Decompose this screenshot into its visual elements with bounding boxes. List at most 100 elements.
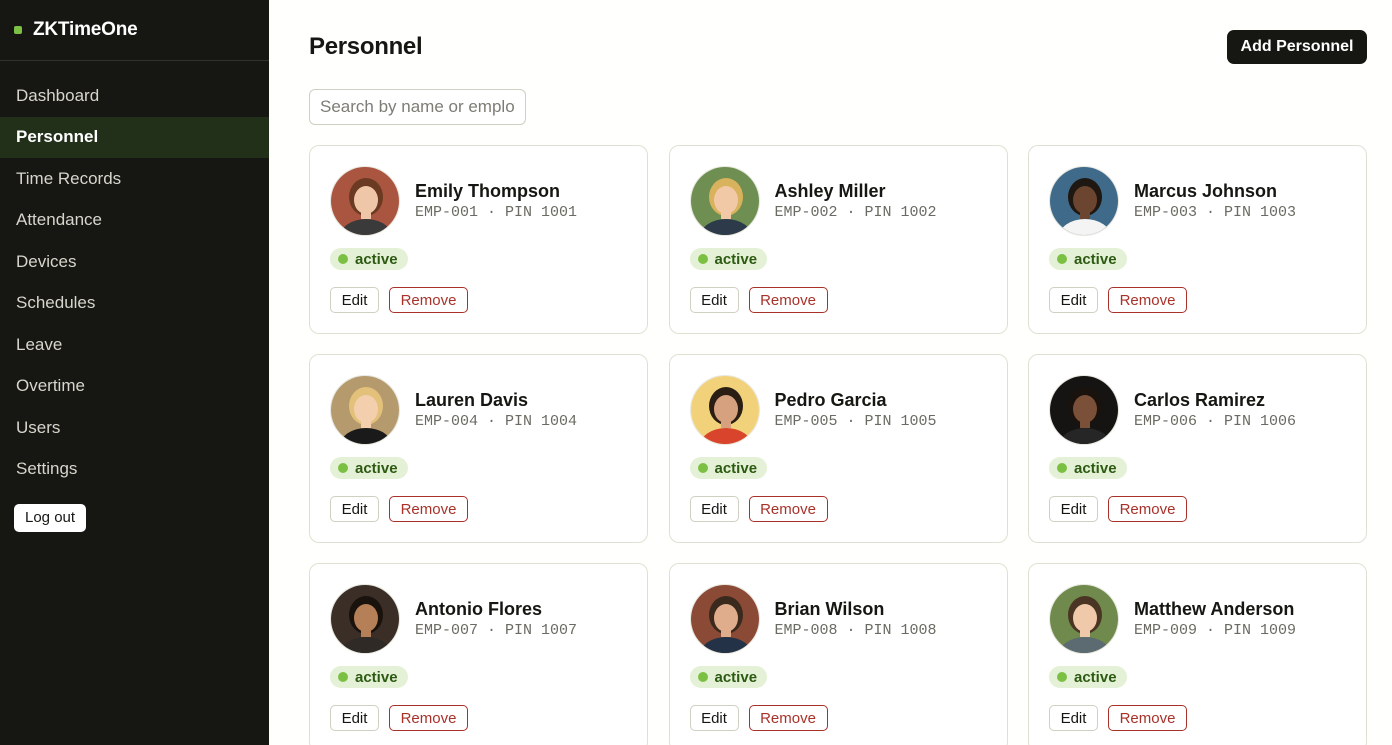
personnel-card: Antonio Flores EMP-007 · PIN 1007 active Ed… xyxy=(309,563,648,745)
personnel-card: Matthew Anderson EMP-009 · PIN 1009 active… xyxy=(1028,563,1367,745)
status-dot-icon xyxy=(697,254,708,264)
edit-button[interactable]: Edit xyxy=(330,287,379,313)
sidebar-item-personnel[interactable]: Personnel xyxy=(0,116,269,158)
sidebar-item-leave[interactable]: Leave xyxy=(0,324,269,366)
status-label: active xyxy=(355,459,398,477)
remove-button[interactable]: Remove xyxy=(1108,287,1187,313)
personnel-id-pin: EMP-004 · PIN 1004 xyxy=(415,413,578,430)
status-badge: active xyxy=(689,248,768,270)
sidebar-item-attendance[interactable]: Attendance xyxy=(0,200,269,242)
avatar xyxy=(1049,166,1119,236)
personnel-name: Ashley Miller xyxy=(774,181,886,201)
personnel-id-pin: EMP-009 · PIN 1009 xyxy=(1134,622,1297,639)
avatar xyxy=(1049,584,1119,654)
sidebar-item-schedules[interactable]: Schedules xyxy=(0,283,269,325)
remove-button[interactable]: Remove xyxy=(389,705,468,731)
personnel-name: Brian Wilson xyxy=(774,599,885,619)
sidebar-item-devices[interactable]: Devices xyxy=(0,241,269,283)
status-label: active xyxy=(714,459,758,477)
status-badge: active xyxy=(1049,457,1127,479)
edit-button[interactable]: Edit xyxy=(689,705,739,731)
status-label: active xyxy=(1074,250,1117,268)
status-dot-icon xyxy=(697,672,708,682)
status-dot-icon xyxy=(1057,672,1067,682)
personnel-id-pin: EMP-008 · PIN 1008 xyxy=(774,622,937,639)
remove-button[interactable]: Remove xyxy=(389,287,468,313)
personnel-id-pin: EMP-002 · PIN 1002 xyxy=(774,204,937,221)
personnel-name: Pedro Garcia xyxy=(774,390,887,410)
status-label: active xyxy=(1074,668,1117,686)
sidebar-item-users[interactable]: Users xyxy=(0,407,269,449)
personnel-grid: Emily Thompson EMP-001 · PIN 1001 active Ed… xyxy=(309,145,1367,745)
edit-button[interactable]: Edit xyxy=(689,287,739,313)
edit-button[interactable]: Edit xyxy=(689,496,739,522)
status-dot-icon xyxy=(338,672,348,682)
personnel-name: Matthew Anderson xyxy=(1134,599,1295,619)
status-dot-icon xyxy=(1057,254,1067,264)
remove-button[interactable]: Remove xyxy=(748,287,828,313)
personnel-name: Antonio Flores xyxy=(415,599,542,619)
avatar xyxy=(1049,375,1119,445)
sidebar-item-settings[interactable]: Settings xyxy=(0,449,269,491)
personnel-card: Emily Thompson EMP-001 · PIN 1001 active Ed… xyxy=(309,145,648,334)
brand-logo-dot xyxy=(14,26,22,34)
status-dot-icon xyxy=(338,254,348,264)
status-label: active xyxy=(714,668,758,686)
remove-button[interactable]: Remove xyxy=(1108,496,1187,522)
status-label: active xyxy=(355,250,398,268)
personnel-id-pin: EMP-006 · PIN 1006 xyxy=(1134,413,1297,430)
status-badge: active xyxy=(689,457,768,479)
avatar xyxy=(330,375,400,445)
brand-name: ZKTimeOne xyxy=(33,19,138,40)
edit-button[interactable]: Edit xyxy=(1049,705,1098,731)
personnel-id-pin: EMP-007 · PIN 1007 xyxy=(415,622,578,639)
status-badge: active xyxy=(330,457,408,479)
personnel-card: Lauren Davis EMP-004 · PIN 1004 active Edit… xyxy=(309,354,648,543)
status-badge: active xyxy=(330,666,408,688)
status-badge: active xyxy=(689,666,768,688)
personnel-card: Carlos Ramirez EMP-006 · PIN 1006 active Ed… xyxy=(1028,354,1367,543)
status-label: active xyxy=(1074,459,1117,477)
main-content: Personnel Add Personnel Emily Thompson EM… xyxy=(269,0,1392,745)
avatar xyxy=(330,584,400,654)
status-label: active xyxy=(714,250,758,268)
personnel-card: Pedro Garcia EMP-005 · PIN 1005 active Edit… xyxy=(668,354,1008,543)
edit-button[interactable]: Edit xyxy=(330,496,379,522)
status-badge: active xyxy=(330,248,408,270)
logout-button[interactable]: Log out xyxy=(14,504,87,532)
personnel-card: Marcus Johnson EMP-003 · PIN 1003 active Ed… xyxy=(1028,145,1367,334)
avatar xyxy=(689,584,760,654)
remove-button[interactable]: Remove xyxy=(748,705,828,731)
sidebar-nav: Dashboard Personnel Time Records Attendance… xyxy=(0,75,269,490)
personnel-name: Emily Thompson xyxy=(415,181,561,201)
status-dot-icon xyxy=(697,463,708,473)
search-input[interactable] xyxy=(309,89,526,125)
brand: ZKTimeOne xyxy=(0,0,269,61)
personnel-id-pin: EMP-001 · PIN 1001 xyxy=(415,204,578,221)
status-label: active xyxy=(355,668,398,686)
remove-button[interactable]: Remove xyxy=(389,496,468,522)
status-dot-icon xyxy=(1057,463,1067,473)
add-personnel-button[interactable]: Add Personnel xyxy=(1227,30,1367,64)
remove-button[interactable]: Remove xyxy=(1108,705,1187,731)
sidebar-item-overtime[interactable]: Overtime xyxy=(0,366,269,408)
remove-button[interactable]: Remove xyxy=(748,496,828,522)
sidebar: ZKTimeOne Dashboard Personnel Time Records… xyxy=(0,0,269,745)
personnel-id-pin: EMP-003 · PIN 1003 xyxy=(1134,204,1297,221)
personnel-name: Carlos Ramirez xyxy=(1134,390,1266,410)
status-dot-icon xyxy=(338,463,348,473)
sidebar-item-time-records[interactable]: Time Records xyxy=(0,158,269,200)
personnel-name: Lauren Davis xyxy=(415,390,529,410)
edit-button[interactable]: Edit xyxy=(1049,287,1098,313)
personnel-id-pin: EMP-005 · PIN 1005 xyxy=(774,413,937,430)
sidebar-item-dashboard[interactable]: Dashboard xyxy=(0,75,269,117)
personnel-name: Marcus Johnson xyxy=(1134,181,1278,201)
avatar xyxy=(689,375,760,445)
status-badge: active xyxy=(1049,666,1127,688)
page-title: Personnel xyxy=(309,33,423,60)
edit-button[interactable]: Edit xyxy=(1049,496,1098,522)
personnel-card: Brian Wilson EMP-008 · PIN 1008 active Edit… xyxy=(668,563,1008,745)
personnel-card: Ashley Miller EMP-002 · PIN 1002 active Edi… xyxy=(668,145,1008,334)
status-badge: active xyxy=(1049,248,1127,270)
edit-button[interactable]: Edit xyxy=(330,705,379,731)
